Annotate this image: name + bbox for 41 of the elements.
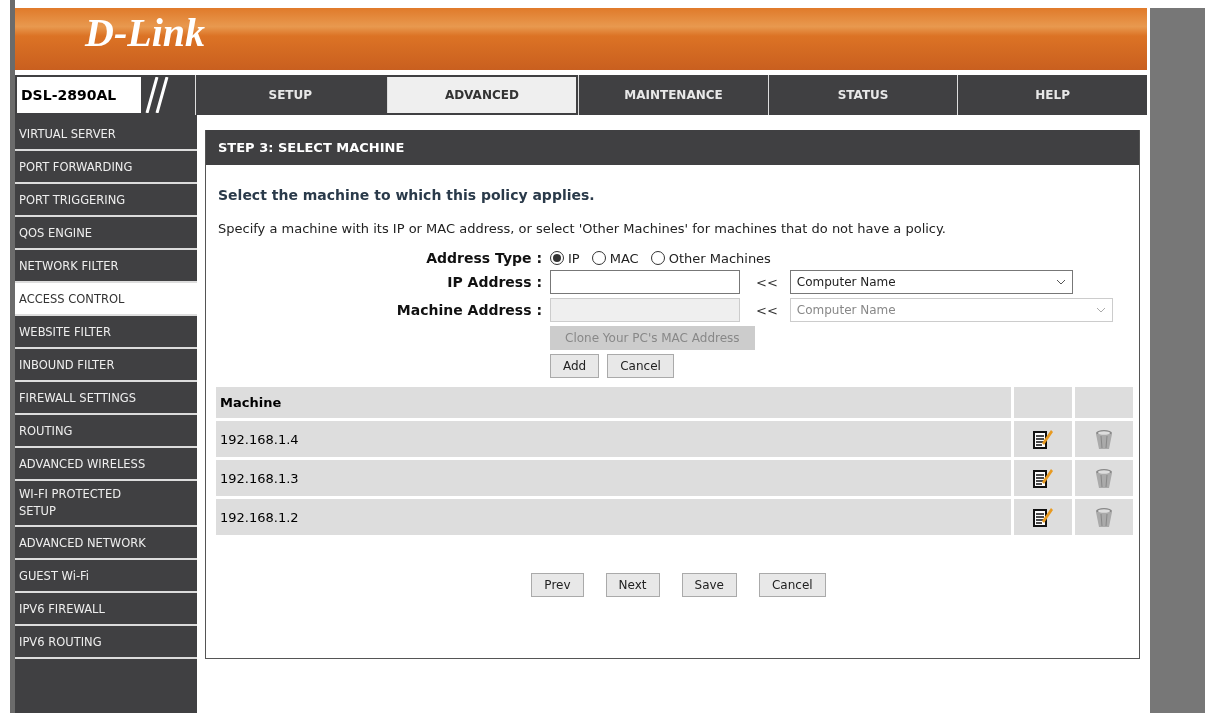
arrow-text: << — [756, 274, 778, 290]
radio-label: Other Machines — [668, 250, 771, 266]
header-cell — [1014, 387, 1072, 418]
table-cell: 192.168.1.2 — [216, 499, 1011, 535]
add-button[interactable]: Add — [550, 354, 600, 378]
table-cell: 192.168.1.3 — [216, 460, 1011, 496]
section-heading: Select the machine to which this policy applies. — [218, 187, 596, 203]
field-label: IP Address : — [446, 274, 543, 290]
cancel-button[interactable]: Cancel — [759, 573, 826, 597]
nav-tab[interactable]: ADVANCED — [386, 77, 577, 113]
model-name: DSL-2890AL — [17, 77, 141, 113]
trash-icon[interactable] — [1095, 467, 1113, 489]
computer-name-dropdown[interactable]: Computer Name — [789, 270, 1073, 294]
sidebar-item[interactable]: ACCESS CONTROL — [15, 283, 197, 316]
cancel-button[interactable]: Cancel — [607, 354, 674, 378]
brand-logo: D-Link — [85, 10, 205, 56]
input-field[interactable] — [550, 270, 740, 294]
panel-title: STEP 3: SELECT MACHINE — [206, 130, 1139, 165]
radio-button[interactable] — [550, 251, 564, 265]
prev-button[interactable]: Prev — [531, 573, 584, 597]
radio-button[interactable] — [650, 251, 665, 265]
table-cell: 192.168.1.4 — [216, 421, 1011, 457]
edit-icon[interactable] — [1032, 428, 1054, 450]
header-cell — [1075, 387, 1133, 418]
radio-label: IP — [568, 250, 580, 266]
chevron-icon — [1055, 279, 1066, 285]
radio-label: MAC — [609, 250, 639, 266]
chevron-icon — [1095, 307, 1106, 313]
field-label: Machine Address : — [395, 302, 543, 318]
save-button[interactable]: Save — [681, 573, 737, 597]
slash-icon — [145, 77, 169, 113]
field-label: Address Type : — [425, 250, 543, 266]
description-text: Specify a machine with its IP or MAC address, or select 'Other Machines' for machines that do not have a policy. — [218, 221, 947, 236]
column-header: Machine — [216, 387, 1011, 418]
trash-icon[interactable] — [1095, 428, 1113, 450]
edit-icon[interactable] — [1032, 506, 1054, 528]
arrow-text: << — [756, 302, 778, 318]
edit-icon[interactable] — [1032, 467, 1054, 489]
next-button[interactable]: Next — [605, 573, 660, 597]
trash-icon[interactable] — [1095, 506, 1113, 528]
radio-button[interactable] — [591, 251, 606, 265]
